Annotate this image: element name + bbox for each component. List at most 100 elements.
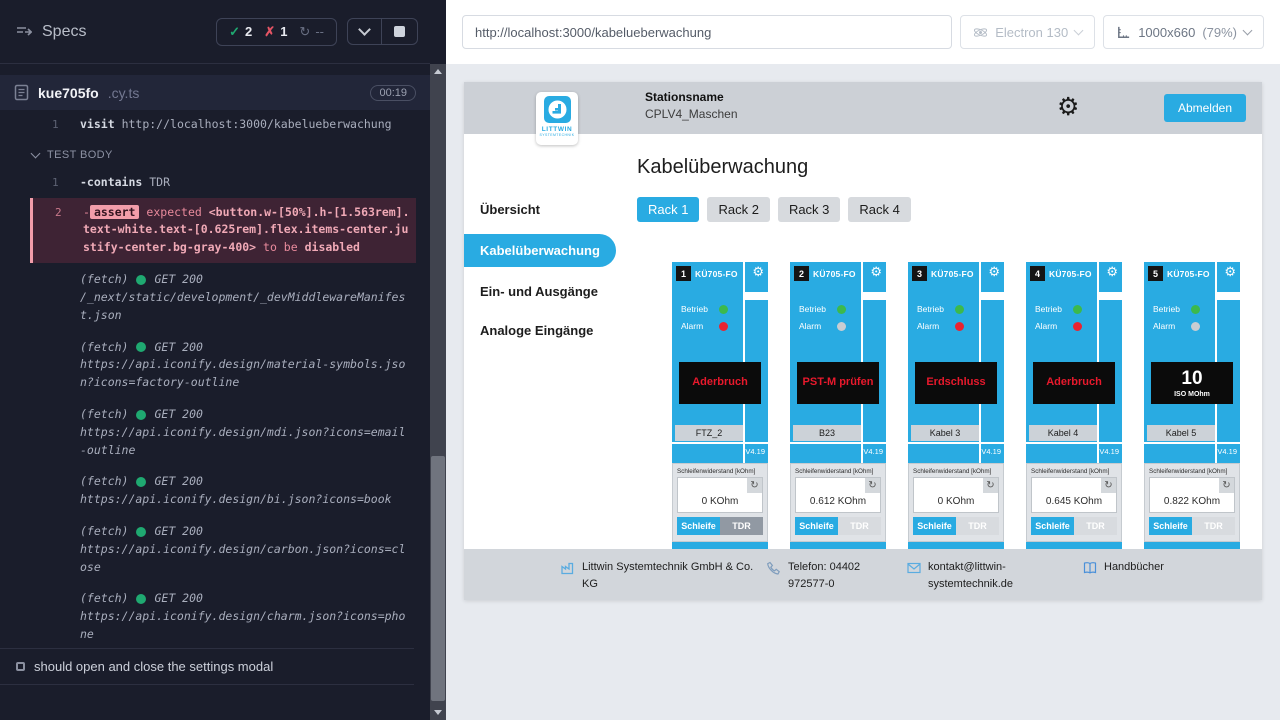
chevron-down-icon <box>358 23 371 36</box>
sidebar-item[interactable]: Ein- und Ausgänge <box>464 272 622 311</box>
resistance-label: Schleifenwiderstand [kOhm] <box>1031 468 1117 475</box>
refresh-icon[interactable]: ↻ <box>983 478 998 493</box>
module-gear-icon[interactable]: ⚙ <box>1106 264 1118 280</box>
sidebar-item[interactable]: Übersicht <box>464 190 622 229</box>
scroll-down-arrow-icon[interactable] <box>434 710 442 715</box>
test-stats[interactable]: ✓ 2 ✗ 1 ↻ -- <box>216 18 337 46</box>
module-number-badge: 5 <box>1148 266 1163 281</box>
pending-test-row[interactable]: should open and close the settings modal <box>0 648 414 685</box>
fetch-log-row[interactable]: (fetch) GET 200 https://api.iconify.desi… <box>30 398 416 465</box>
rack-tab[interactable]: Rack 4 <box>848 197 910 222</box>
fetch-log-row[interactable]: (fetch) GET 200 /_next/static/developmen… <box>30 263 416 330</box>
alarm-led <box>1073 322 1082 331</box>
fetch-log-row[interactable]: (fetch) GET 200 https://api.iconify.desi… <box>30 582 416 649</box>
station-info: Stationsname CPLV4_Maschen <box>645 90 738 121</box>
browser-select[interactable]: Electron 130 <box>960 15 1095 49</box>
fetch-log-row[interactable]: (fetch) GET 200 https://api.iconify.desi… <box>30 515 416 582</box>
resistance-label: Schleifenwiderstand [kOhm] <box>677 468 763 475</box>
rack-tab[interactable]: Rack 3 <box>778 197 840 222</box>
schleife-button[interactable]: Schleife <box>677 517 720 535</box>
footer-email[interactable]: kontakt@littwin-systemtechnik.de <box>906 559 1056 592</box>
betrieb-led <box>1191 305 1200 314</box>
footer-manuals[interactable]: Handbücher <box>1082 559 1164 576</box>
run-controls <box>347 18 418 45</box>
resistance-value: 0 KOhm <box>914 496 998 507</box>
section-chevron-icon <box>31 148 41 158</box>
module-gear-icon[interactable]: ⚙ <box>870 264 882 280</box>
specs-title[interactable]: Specs <box>16 23 206 41</box>
schleife-button[interactable]: Schleife <box>913 517 956 535</box>
scroll-up-arrow-icon[interactable] <box>434 69 442 74</box>
fetch-log-row[interactable]: (fetch) GET 200 https://api.iconify.desi… <box>30 331 416 398</box>
module-gear-icon[interactable]: ⚙ <box>1224 264 1236 280</box>
logout-button[interactable]: Abmelden <box>1164 94 1246 122</box>
resistance-value: 0.822 KOhm <box>1150 496 1234 507</box>
module-card: 1 KÜ705-FO ⚙ Betrieb <box>672 262 768 549</box>
littwin-app: LITTWIN SYSTEMTECHNIK Stationsname CPLV4… <box>464 82 1262 600</box>
footer-company: Littwin Systemtechnik GmbH & Co. KG <box>560 559 756 592</box>
browser-bar: Electron 130 1000x660 (79%) <box>446 0 1280 64</box>
resistance-section: Schleifenwiderstand [kOhm] ↻ 0.612 KOhm … <box>790 463 886 542</box>
tdr-button[interactable]: TDR <box>1074 517 1117 535</box>
refresh-icon[interactable]: ↻ <box>1101 478 1116 493</box>
tdr-button[interactable]: TDR <box>956 517 999 535</box>
footer-phone[interactable]: Telefon: 04402 972577-0 <box>766 559 892 592</box>
littwin-logo: LITTWIN SYSTEMTECHNIK <box>536 92 578 145</box>
sidebar-item[interactable]: Analoge Eingänge <box>464 311 622 350</box>
module-header: 4 KÜ705-FO ⚙ <box>1026 262 1122 281</box>
station-name: CPLV4_Maschen <box>645 107 738 121</box>
book-icon <box>1082 560 1098 576</box>
pending-refresh-icon: ↻ <box>299 24 310 40</box>
module-gear-icon[interactable]: ⚙ <box>988 264 1000 280</box>
sidebar-item[interactable]: Kabelüberwachung <box>464 234 616 267</box>
logo-stairs-icon <box>547 99 568 120</box>
cable-name: Kabel 3 <box>911 425 979 441</box>
specs-list-icon <box>16 25 32 39</box>
module-gear-icon[interactable]: ⚙ <box>752 264 764 280</box>
schleife-button[interactable]: Schleife <box>1031 517 1074 535</box>
schleife-button[interactable]: Schleife <box>795 517 838 535</box>
module-model: KÜ705-FO <box>931 269 974 281</box>
module-number-badge: 3 <box>912 266 927 281</box>
refresh-icon[interactable]: ↻ <box>865 478 880 493</box>
module-header: 1 KÜ705-FO ⚙ <box>672 262 768 281</box>
scrollbar-thumb[interactable] <box>431 456 445 701</box>
betrieb-led <box>837 305 846 314</box>
tdr-button[interactable]: TDR <box>720 517 763 535</box>
station-label: Stationsname <box>645 90 738 104</box>
zoom-percent: (79%) <box>1202 25 1237 40</box>
command-log: 1 visit http://localhost:3000/kabelueber… <box>0 110 416 650</box>
assert-badge: assert <box>90 205 140 219</box>
command-assert-failed[interactable]: 2 -assert expected <button.w-[50%].h-[1.… <box>30 198 416 263</box>
spec-file-row[interactable]: kue705fo .cy.ts 00:19 <box>0 75 430 110</box>
viewport-select[interactable]: 1000x660 (79%) <box>1103 15 1264 49</box>
refresh-icon[interactable]: ↻ <box>1219 478 1234 493</box>
app-sidebar: Übersicht Kabelüberwachung Ein- und Ausg… <box>464 134 622 549</box>
rack-tab[interactable]: Rack 2 <box>707 197 769 222</box>
status-ok-dot-icon <box>136 527 146 537</box>
command-contains[interactable]: 1 -contains TDR <box>30 168 416 198</box>
panel-divider <box>1099 292 1122 300</box>
url-input[interactable] <box>462 15 952 49</box>
command-visit[interactable]: 1 visit http://localhost:3000/kabelueber… <box>30 110 416 140</box>
stop-button[interactable] <box>381 19 417 44</box>
fetch-log-row[interactable]: (fetch) GET 200 https://api.iconify.desi… <box>30 465 416 515</box>
module-card: 2 KÜ705-FO ⚙ Betrieb <box>790 262 886 549</box>
reporter-scrollbar[interactable] <box>430 64 446 720</box>
tdr-button[interactable]: TDR <box>838 517 881 535</box>
panel-divider <box>1217 292 1240 300</box>
resistance-label: Schleifenwiderstand [kOhm] <box>795 468 881 475</box>
refresh-icon[interactable]: ↻ <box>747 478 762 493</box>
alarm-led <box>837 322 846 331</box>
fetch-log: (fetch) GET 200 /_next/static/developmen… <box>30 263 416 650</box>
module-header: 5 KÜ705-FO ⚙ <box>1144 262 1240 281</box>
schleife-button[interactable]: Schleife <box>1149 517 1192 535</box>
settings-gear-icon[interactable]: ⚙ <box>1057 92 1079 122</box>
collapse-button[interactable] <box>348 19 381 44</box>
rack-tab[interactable]: Rack 1 <box>637 197 699 222</box>
viewport-ruler-icon <box>1116 25 1131 40</box>
tdr-button[interactable]: TDR <box>1192 517 1235 535</box>
panel-divider <box>1144 442 1240 444</box>
test-body-section[interactable]: TEST BODY <box>30 140 416 168</box>
panel-divider <box>1026 442 1122 444</box>
